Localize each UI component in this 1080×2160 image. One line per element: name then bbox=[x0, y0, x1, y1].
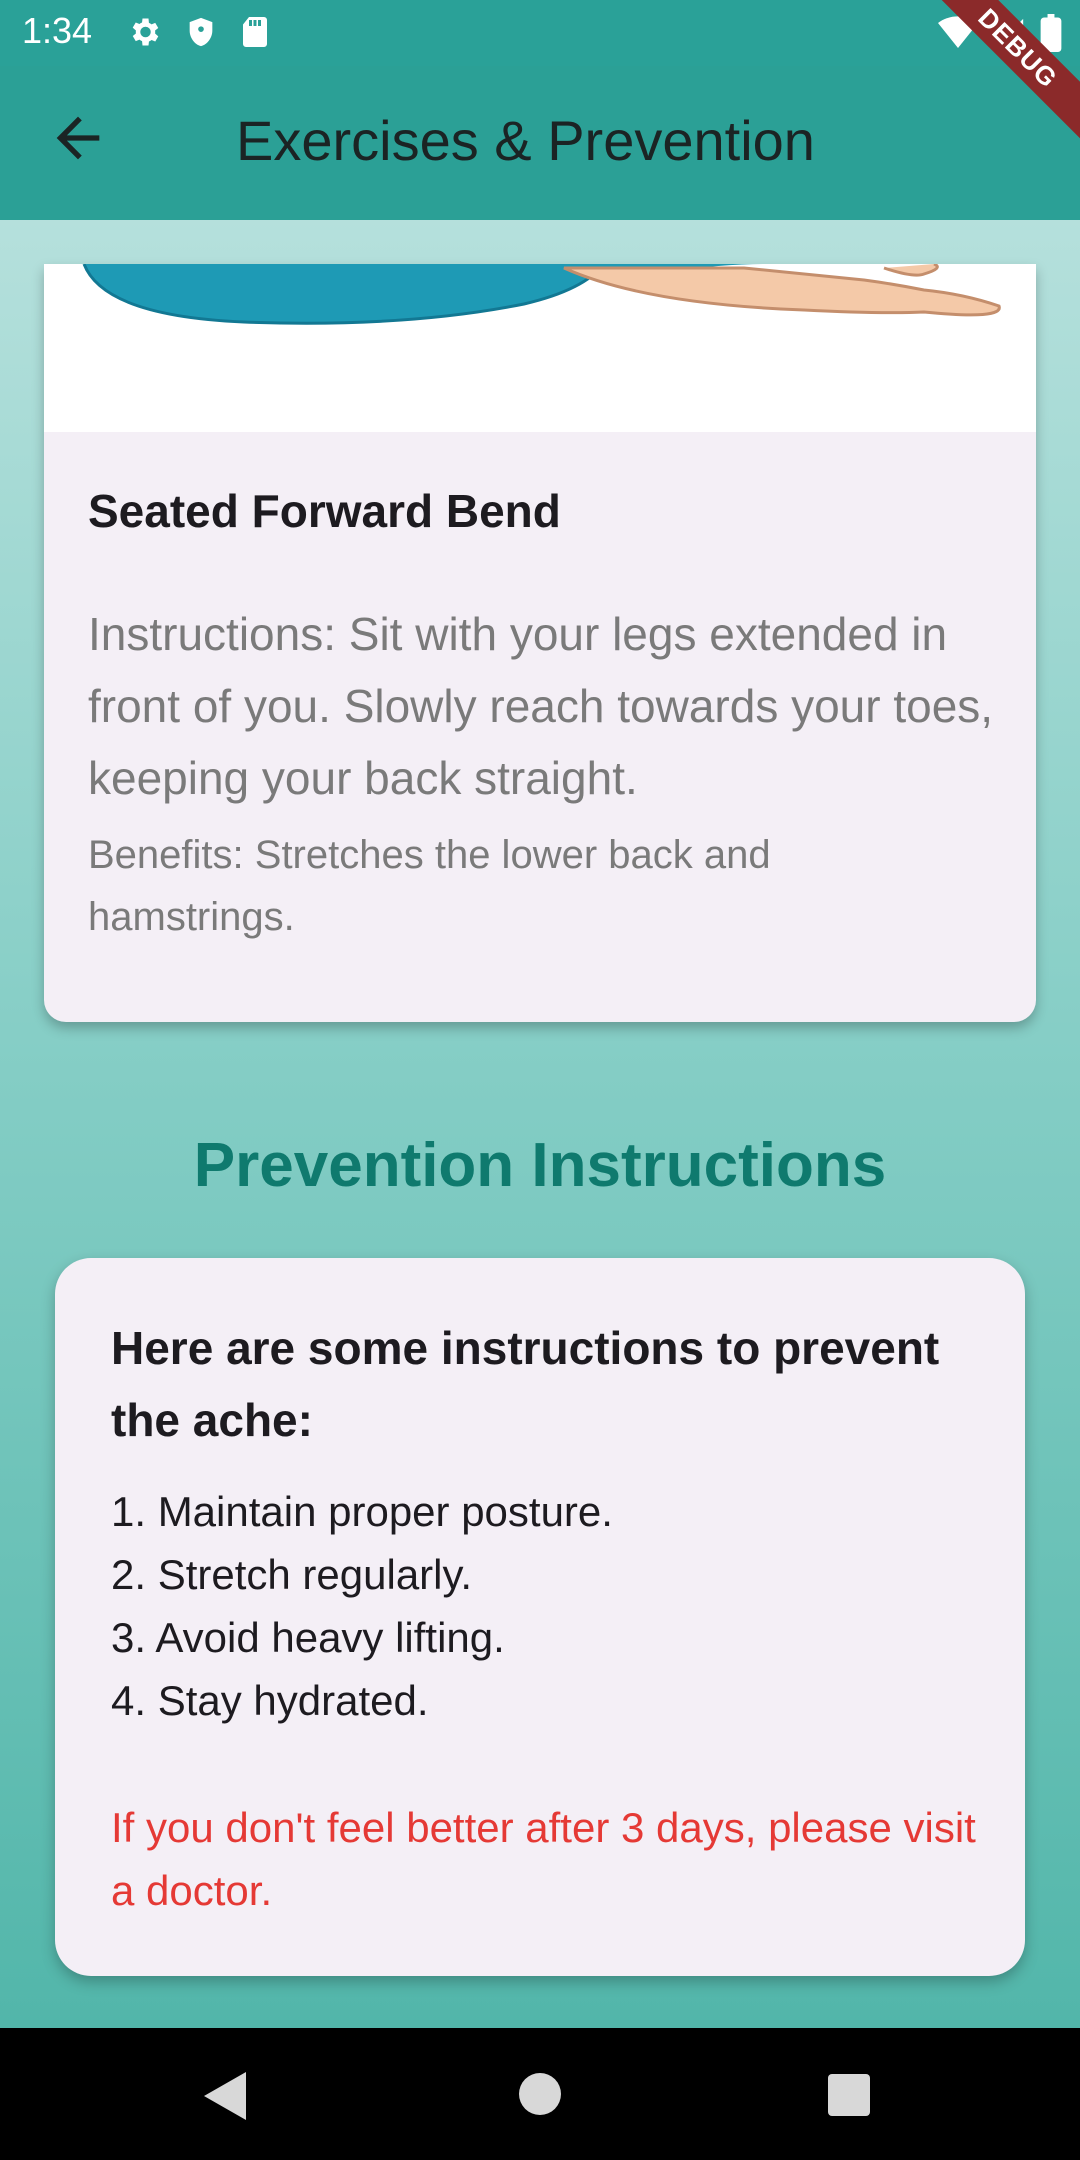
arrow-back-icon bbox=[56, 116, 100, 160]
prevention-list-item: 1. Maintain proper posture. bbox=[111, 1488, 613, 1535]
status-time: 1:34 bbox=[22, 10, 93, 51]
gear-icon bbox=[132, 18, 159, 46]
status-icons-left bbox=[126, 14, 270, 50]
page-title: Exercises & Prevention bbox=[236, 109, 815, 172]
prevention-list-item: 3. Avoid heavy lifting. bbox=[111, 1614, 505, 1661]
prevention-heading: Here are some instructions to prevent th… bbox=[111, 1322, 940, 1446]
shield-icon bbox=[189, 17, 213, 47]
nav-home-button[interactable] bbox=[518, 2072, 562, 2121]
nav-recents-button[interactable] bbox=[828, 2074, 870, 2121]
nav-home-icon bbox=[519, 2073, 561, 2115]
content-scroll-area[interactable]: Seated Forward Bend Instructions: Sit wi… bbox=[0, 220, 1080, 2028]
system-nav-bar bbox=[0, 2028, 1080, 2160]
prevention-card: Here are some instructions to prevent th… bbox=[55, 1258, 1025, 1976]
exercise-figure-image bbox=[82, 264, 1001, 325]
nav-back-button[interactable] bbox=[204, 2072, 248, 2125]
exercise-instructions: Instructions: Sit with your legs extende… bbox=[88, 608, 994, 804]
prevention-list-item: 2. Stretch regularly. bbox=[111, 1551, 473, 1598]
prevention-section-title: Prevention Instructions bbox=[193, 1131, 887, 1200]
exercise-title: Seated Forward Bend bbox=[88, 485, 561, 537]
prevention-list: 1. Maintain proper posture. 2. Stretch r… bbox=[111, 1480, 613, 1732]
doctor-warning: If you don't feel better after 3 days, p… bbox=[111, 1804, 976, 1914]
app-bar: Exercises & Prevention bbox=[0, 66, 1080, 220]
back-button[interactable] bbox=[46, 106, 110, 170]
status-bar: 1:34 bbox=[0, 0, 1080, 66]
exercise-card: Seated Forward Bend Instructions: Sit wi… bbox=[44, 264, 1036, 1022]
exercise-illustration bbox=[44, 264, 1036, 432]
exercise-benefits: Benefits: Stretches the lower back and h… bbox=[88, 833, 771, 939]
nav-back-icon bbox=[204, 2072, 246, 2120]
sd-card-icon bbox=[243, 17, 267, 47]
nav-recents-icon bbox=[828, 2074, 870, 2116]
prevention-list-item: 4. Stay hydrated. bbox=[111, 1677, 429, 1724]
